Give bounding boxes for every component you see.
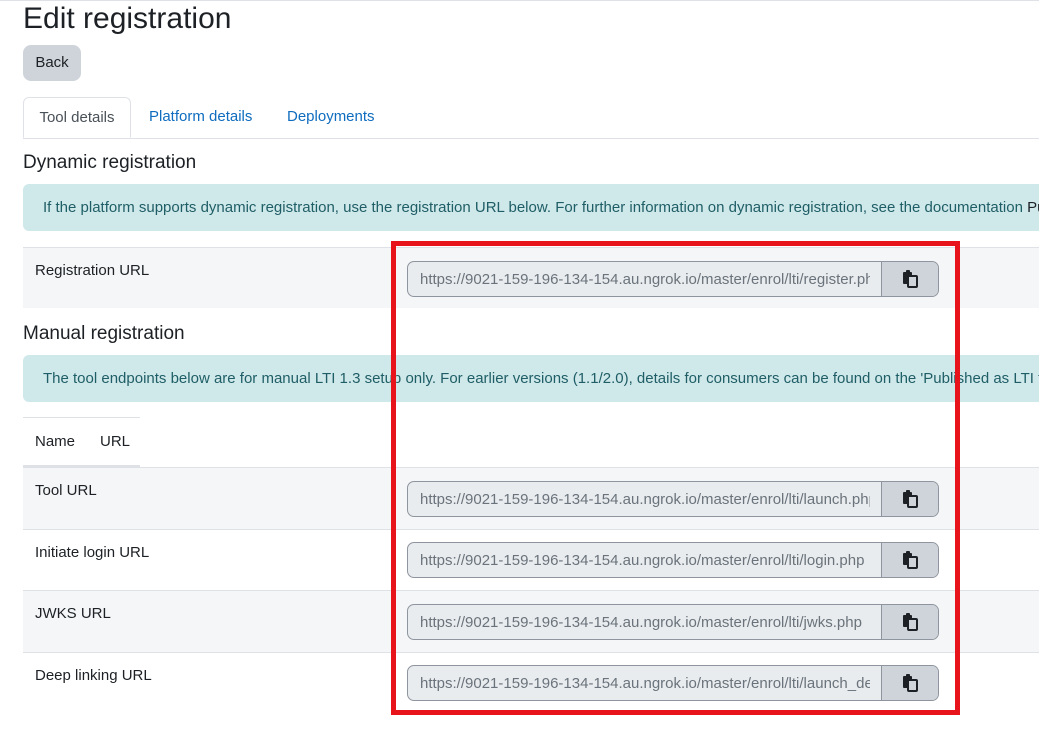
deep-linking-url-group <box>407 665 939 701</box>
column-header-name: Name <box>35 433 76 450</box>
table-row: Deep linking URL <box>23 652 1039 713</box>
deep-linking-url-field[interactable] <box>408 666 882 700</box>
initiate-login-url-group <box>407 542 939 578</box>
page-title: Edit registration <box>23 2 232 35</box>
copy-icon <box>903 551 918 569</box>
tab-platform-details[interactable]: Platform details <box>149 97 252 137</box>
tool-url-group <box>407 481 939 517</box>
dynamic-registration-info: If the platform supports dynamic registr… <box>23 184 1039 231</box>
dynamic-info-link[interactable]: Pub <box>1027 199 1039 216</box>
jwks-url-field[interactable] <box>408 605 882 639</box>
copy-registration-url-button[interactable] <box>881 262 938 296</box>
registration-url-field[interactable] <box>408 262 882 296</box>
table-row: Tool URL <box>23 467 1039 529</box>
initiate-login-url-field[interactable] <box>408 543 882 577</box>
endpoints-table-header: Name URL <box>23 417 140 467</box>
dynamic-info-text: If the platform supports dynamic registr… <box>43 199 1023 216</box>
registration-url-group <box>407 261 939 297</box>
copy-deep-linking-url-button[interactable] <box>881 666 938 700</box>
registration-url-label: Registration URL <box>35 262 150 279</box>
copy-icon <box>903 490 918 508</box>
copy-tool-url-button[interactable] <box>881 482 938 516</box>
table-row: Initiate login URL <box>23 529 1039 590</box>
manual-registration-heading: Manual registration <box>23 323 185 344</box>
tab-bar: Tool details Platform details Deployment… <box>23 97 1039 139</box>
tool-url-label: Tool URL <box>35 482 97 499</box>
dynamic-registration-heading: Dynamic registration <box>23 152 197 173</box>
tab-deployments[interactable]: Deployments <box>287 97 375 137</box>
jwks-url-group <box>407 604 939 640</box>
manual-info-text: The tool endpoints below are for manual … <box>43 370 1039 387</box>
initiate-login-url-label: Initiate login URL <box>35 544 150 561</box>
jwks-url-label: JWKS URL <box>35 605 111 622</box>
column-header-url: URL <box>100 433 131 450</box>
tool-url-field[interactable] <box>408 482 882 516</box>
copy-icon <box>903 674 918 692</box>
copy-icon <box>903 613 918 631</box>
deep-linking-url-label: Deep linking URL <box>35 667 152 684</box>
manual-registration-info: The tool endpoints below are for manual … <box>23 355 1039 402</box>
tab-tool-details[interactable]: Tool details <box>23 97 131 138</box>
back-button[interactable]: Back <box>23 45 81 81</box>
table-row: Registration URL <box>23 247 1039 308</box>
copy-icon <box>903 270 918 288</box>
table-row: JWKS URL <box>23 590 1039 652</box>
copy-initiate-login-url-button[interactable] <box>881 543 938 577</box>
edit-registration-page: Edit registration Back Tool details Plat… <box>0 0 1039 747</box>
copy-jwks-url-button[interactable] <box>881 605 938 639</box>
